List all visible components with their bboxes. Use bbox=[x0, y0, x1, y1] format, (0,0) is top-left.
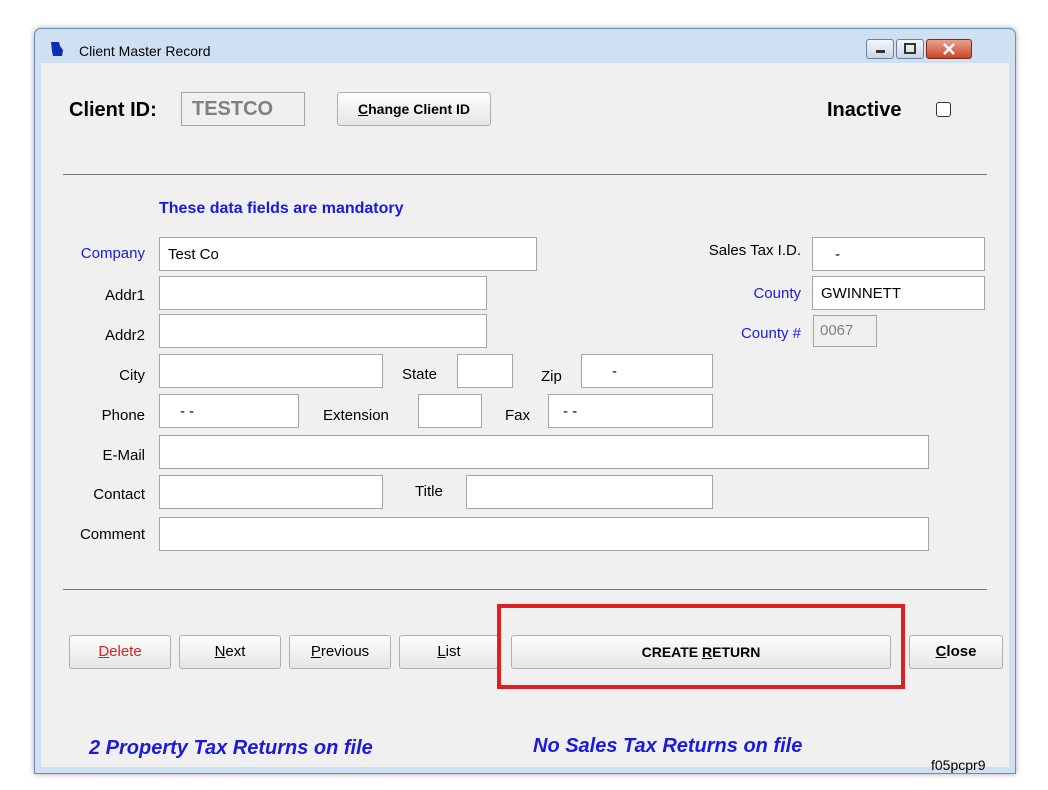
close-icon bbox=[943, 43, 955, 55]
delete-key: D bbox=[98, 643, 110, 660]
state-field[interactable] bbox=[457, 354, 513, 388]
company-field[interactable]: Test Co bbox=[159, 237, 537, 271]
extension-label: Extension bbox=[323, 407, 389, 424]
state-label: State bbox=[402, 366, 438, 383]
county-number-field: 0067 bbox=[813, 315, 877, 347]
comment-field[interactable] bbox=[159, 517, 929, 551]
city-label: City bbox=[119, 367, 145, 384]
list-button[interactable]: List bbox=[399, 635, 499, 669]
form-code: f05pcpr9 bbox=[931, 757, 986, 773]
divider-bottom bbox=[63, 589, 987, 590]
addr1-field[interactable] bbox=[159, 276, 487, 310]
client-id-field: TESTCO bbox=[181, 92, 305, 126]
maximize-icon bbox=[904, 43, 916, 54]
create-return-pre: CREATE bbox=[641, 644, 703, 660]
minimize-icon bbox=[876, 50, 885, 53]
zip-field[interactable]: - bbox=[581, 354, 713, 388]
addr2-label: Addr2 bbox=[104, 327, 145, 344]
title-field[interactable] bbox=[466, 475, 713, 509]
next-button[interactable]: Next bbox=[179, 635, 281, 669]
inactive-checkbox[interactable] bbox=[936, 102, 951, 117]
sales-tax-status: No Sales Tax Returns on file bbox=[533, 735, 803, 757]
addr1-label: Addr1 bbox=[104, 287, 145, 304]
email-label: E-Mail bbox=[102, 447, 145, 464]
previous-key: P bbox=[310, 643, 321, 660]
divider-top bbox=[63, 174, 987, 175]
phone-field[interactable]: - - bbox=[159, 394, 299, 428]
zip-label: Zip bbox=[541, 368, 562, 385]
change-client-id-button[interactable]: Change Client ID bbox=[337, 92, 491, 126]
client-id-label: Client ID: bbox=[69, 99, 157, 121]
title-label: Title bbox=[415, 483, 443, 500]
fax-label: Fax bbox=[505, 407, 531, 424]
county-number-label: County # bbox=[740, 325, 801, 342]
previous-button[interactable]: Previous bbox=[289, 635, 391, 669]
change-client-id-key: C bbox=[357, 101, 369, 117]
close-rest: lose bbox=[946, 643, 977, 660]
sales-tax-id-label: Sales Tax I.D. bbox=[708, 242, 801, 259]
close-button[interactable]: Close bbox=[909, 635, 1003, 669]
property-tax-status: 2 Property Tax Returns on file bbox=[89, 737, 373, 759]
comment-label: Comment bbox=[79, 526, 145, 543]
next-key: N bbox=[214, 643, 226, 660]
georgia-map-icon bbox=[51, 42, 63, 56]
email-field[interactable] bbox=[159, 435, 929, 469]
list-key: L bbox=[437, 643, 446, 660]
list-rest: ist bbox=[445, 643, 461, 660]
next-rest: ext bbox=[225, 643, 246, 660]
close-key: C bbox=[935, 643, 947, 660]
minimize-button[interactable] bbox=[866, 39, 894, 59]
addr2-field[interactable] bbox=[159, 314, 487, 348]
change-client-id-rest: hange Client ID bbox=[368, 101, 471, 117]
delete-rest: elete bbox=[109, 643, 142, 660]
county-label: County bbox=[753, 285, 801, 302]
close-window-button[interactable] bbox=[926, 39, 972, 59]
city-field[interactable] bbox=[159, 354, 383, 388]
window-title: Client Master Record bbox=[79, 43, 211, 59]
dialog-body: Client ID: TESTCO Change Client ID Inact… bbox=[41, 63, 1009, 773]
delete-button[interactable]: Delete bbox=[69, 635, 171, 669]
create-return-key: R bbox=[702, 644, 713, 660]
inactive-label: Inactive bbox=[827, 99, 902, 121]
create-return-button[interactable]: CREATE RETURN bbox=[511, 635, 891, 669]
contact-field[interactable] bbox=[159, 475, 383, 509]
previous-rest: revious bbox=[320, 643, 370, 660]
contact-label: Contact bbox=[93, 486, 145, 503]
fax-field[interactable]: - - bbox=[548, 394, 713, 428]
phone-label: Phone bbox=[101, 407, 145, 424]
create-return-rest: ETURN bbox=[712, 644, 761, 660]
maximize-button[interactable] bbox=[896, 39, 924, 59]
sales-tax-id-field[interactable]: - bbox=[812, 237, 985, 271]
county-field[interactable]: GWINNETT bbox=[812, 276, 985, 310]
extension-field[interactable] bbox=[418, 394, 482, 428]
title-bar: Client Master Record bbox=[35, 29, 1015, 63]
mandatory-note: These data fields are mandatory bbox=[159, 200, 404, 217]
client-master-window: Client Master Record Client ID: TESTCO C… bbox=[34, 28, 1016, 774]
company-label: Company bbox=[80, 245, 145, 262]
